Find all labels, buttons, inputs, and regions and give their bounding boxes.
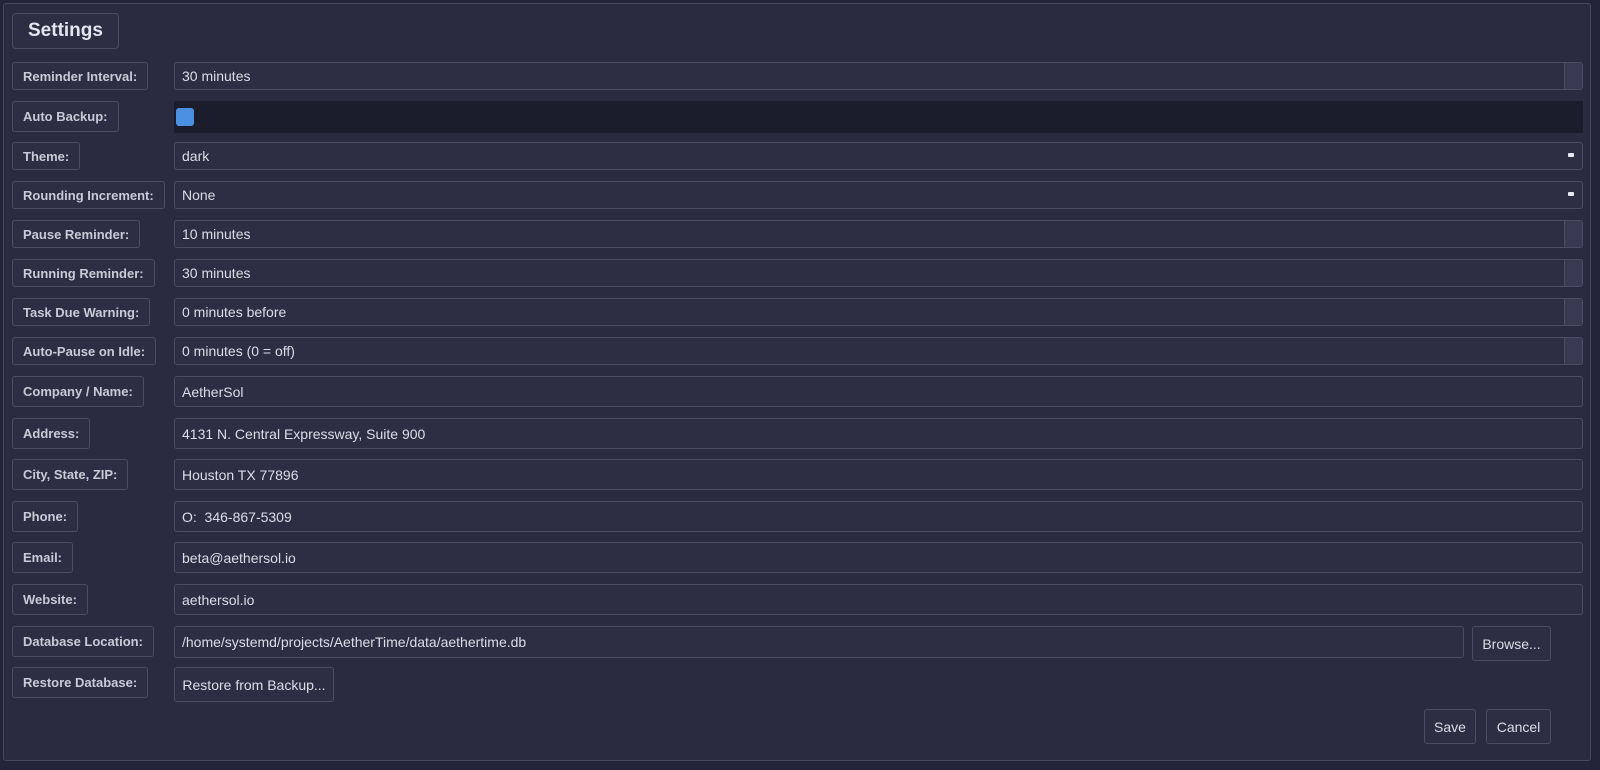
- chevron-down-icon: [1568, 153, 1574, 157]
- running-reminder-value: 30 minutes: [182, 265, 251, 281]
- phone-label: Phone:: [12, 501, 79, 532]
- theme-value: dark: [182, 148, 210, 164]
- auto-pause-idle-spin-buttons[interactable]: [1564, 338, 1582, 364]
- task-due-warning-value: 0 minutes before: [182, 304, 287, 320]
- phone-input[interactable]: O: 346-867-5309: [174, 501, 1583, 532]
- auto-backup-checkbox[interactable]: [176, 108, 194, 126]
- address-input[interactable]: 4131 N. Central Expressway, Suite 900: [174, 418, 1583, 449]
- email-value: beta@aethersol.io: [182, 549, 296, 566]
- auto-pause-idle-value: 0 minutes (0 = off): [182, 343, 295, 359]
- pause-reminder-spin-buttons[interactable]: [1564, 221, 1582, 247]
- theme-select[interactable]: dark: [174, 142, 1583, 170]
- task-due-warning-spinbox[interactable]: 0 minutes before: [174, 298, 1583, 326]
- rounding-increment-select[interactable]: None: [174, 181, 1583, 209]
- website-value: aethersol.io: [182, 591, 255, 608]
- running-reminder-spinbox[interactable]: 30 minutes: [174, 259, 1583, 287]
- restore-from-backup-button[interactable]: Restore from Backup...: [174, 667, 334, 702]
- auto-pause-idle-label: Auto-Pause on Idle:: [12, 337, 157, 365]
- reminder-interval-label: Reminder Interval:: [12, 62, 149, 90]
- rounding-increment-value: None: [182, 187, 216, 203]
- email-label: Email:: [12, 542, 74, 573]
- reminder-interval-spin-buttons[interactable]: [1564, 63, 1582, 89]
- page-title: Settings: [12, 13, 119, 49]
- city-state-zip-input[interactable]: Houston TX 77896: [174, 459, 1583, 490]
- save-button[interactable]: Save: [1424, 709, 1476, 744]
- website-label: Website:: [12, 584, 88, 615]
- email-input[interactable]: beta@aethersol.io: [174, 542, 1583, 573]
- company-name-label: Company / Name:: [12, 376, 144, 407]
- running-reminder-spin-buttons[interactable]: [1564, 260, 1582, 286]
- company-name-input[interactable]: AetherSol: [174, 376, 1583, 407]
- city-state-zip-label: City, State, ZIP:: [12, 459, 129, 490]
- pause-reminder-value: 10 minutes: [182, 226, 251, 242]
- company-name-value: AetherSol: [182, 383, 244, 400]
- phone-value: O: 346-867-5309: [182, 508, 292, 525]
- settings-window: Settings Reminder Interval: 30 minutes A…: [3, 3, 1591, 761]
- rounding-increment-label: Rounding Increment:: [12, 181, 165, 209]
- database-location-value: /home/systemd/projects/AetherTime/data/a…: [182, 634, 527, 650]
- browse-button[interactable]: Browse...: [1472, 626, 1551, 661]
- auto-pause-idle-spinbox[interactable]: 0 minutes (0 = off): [174, 337, 1583, 365]
- address-label: Address:: [12, 418, 91, 449]
- database-location-input[interactable]: /home/systemd/projects/AetherTime/data/a…: [174, 626, 1464, 658]
- task-due-warning-label: Task Due Warning:: [12, 298, 151, 326]
- pause-reminder-label: Pause Reminder:: [12, 220, 141, 248]
- chevron-down-icon: [1568, 192, 1574, 196]
- auto-backup-label: Auto Backup:: [12, 101, 119, 132]
- website-input[interactable]: aethersol.io: [174, 584, 1583, 615]
- auto-backup-row: [174, 101, 1583, 133]
- cancel-button[interactable]: Cancel: [1486, 709, 1551, 744]
- database-location-label: Database Location:: [12, 626, 154, 657]
- running-reminder-label: Running Reminder:: [12, 259, 155, 287]
- address-value: 4131 N. Central Expressway, Suite 900: [182, 425, 426, 442]
- restore-database-label: Restore Database:: [12, 667, 149, 698]
- theme-label: Theme:: [12, 142, 81, 170]
- reminder-interval-spinbox[interactable]: 30 minutes: [174, 62, 1583, 90]
- city-state-zip-value: Houston TX 77896: [182, 466, 299, 483]
- pause-reminder-spinbox[interactable]: 10 minutes: [174, 220, 1583, 248]
- task-due-warning-spin-buttons[interactable]: [1564, 299, 1582, 325]
- reminder-interval-value: 30 minutes: [182, 68, 251, 84]
